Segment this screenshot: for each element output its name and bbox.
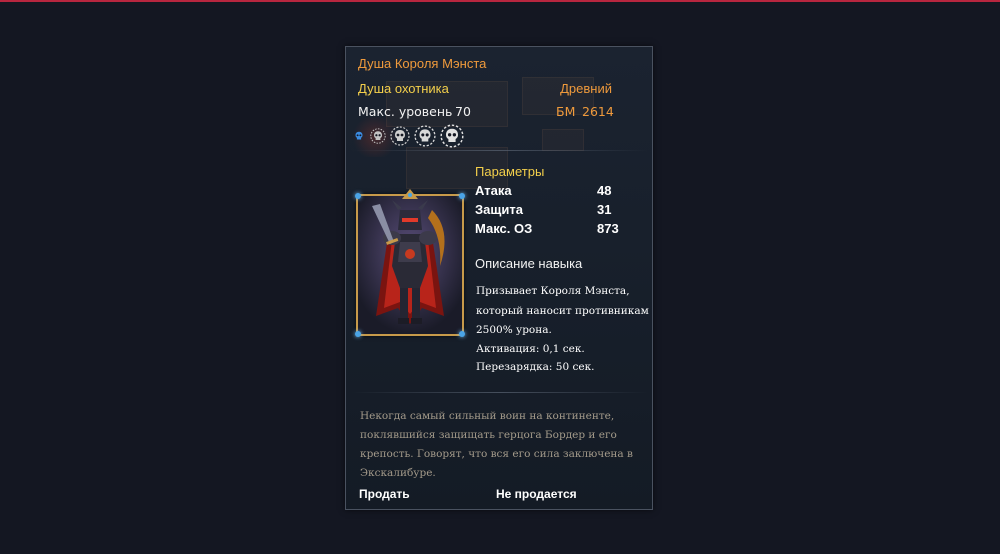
background-ghost-panel	[542, 129, 584, 151]
stat-defense-value: 31	[597, 202, 612, 217]
item-tooltip: Душа Короля Мэнста Душа охотника Древний…	[345, 46, 653, 510]
skill-cooldown: Перезарядка: 50 сек.	[476, 361, 595, 373]
stat-max-hp-value: 873	[597, 221, 619, 236]
blue-skull-icon	[355, 131, 363, 140]
frame-gem-icon	[459, 331, 465, 337]
frame-gem-icon	[355, 193, 361, 199]
battle-power-label: БМ	[556, 104, 576, 119]
silver-skull-icon	[390, 126, 410, 146]
max-level-value: 70	[455, 104, 471, 119]
top-accent-line	[0, 0, 1000, 2]
max-level-label: Макс. уровень	[358, 104, 453, 119]
frame-gem-icon	[355, 331, 361, 337]
lore-text: Некогда самый сильный воин на континенте…	[360, 410, 633, 479]
skill-desc-line: который наносит противникам	[476, 305, 649, 317]
stat-attack-value: 48	[597, 183, 612, 198]
divider	[352, 392, 648, 393]
item-type: Душа охотника	[358, 81, 449, 96]
knight-portrait-icon	[358, 196, 462, 334]
battle-power-value: 2614	[582, 104, 614, 119]
frame-crest-icon	[402, 189, 418, 199]
skill-title: Описание навыка	[475, 256, 583, 271]
sell-status: Не продается	[496, 487, 577, 501]
stat-attack-label: Атака	[475, 183, 512, 198]
skill-desc-line: Призывает Короля Мэнста,	[476, 285, 630, 297]
stat-max-hp-label: Макс. ОЗ	[475, 221, 533, 236]
silver-skull-icon	[370, 128, 386, 144]
silver-skull-icon	[440, 124, 464, 148]
stat-defense-label: Защита	[475, 202, 523, 217]
item-title: Душа Короля Мэнста	[358, 56, 487, 71]
skill-desc-line: 2500% урона.	[476, 324, 552, 336]
params-title: Параметры	[475, 164, 545, 179]
silver-skull-icon	[414, 125, 436, 147]
sell-label: Продать	[359, 487, 410, 501]
divider	[352, 150, 648, 151]
star-rating-skulls	[352, 124, 464, 148]
soul-portrait	[355, 189, 465, 337]
skill-activation: Активация: 0,1 сек.	[476, 343, 585, 355]
frame-gem-icon	[459, 193, 465, 199]
item-grade: Древний	[560, 81, 612, 96]
